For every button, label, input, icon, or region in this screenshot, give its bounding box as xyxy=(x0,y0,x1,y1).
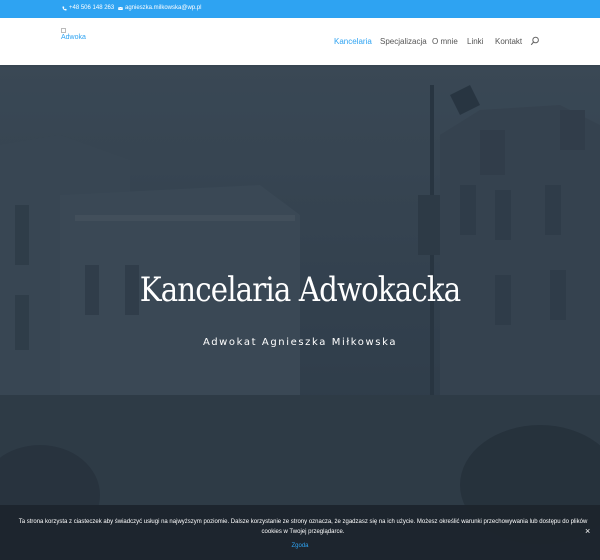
nav-item-kontakt[interactable]: Kontakt xyxy=(495,37,522,46)
logo-alt-text: Adwoka xyxy=(61,34,86,41)
close-icon[interactable]: × xyxy=(585,527,590,536)
envelope-icon xyxy=(118,6,123,10)
hero-background-image xyxy=(0,65,600,560)
cookie-banner: Ta strona korzysta z ciasteczek aby świa… xyxy=(0,505,600,560)
nav-item-linki[interactable]: Linki xyxy=(467,37,483,46)
cookie-message: Ta strona korzysta z ciasteczek aby świa… xyxy=(18,519,588,535)
search-icon[interactable] xyxy=(530,36,540,46)
top-bar: +48 506 148 263 agnieszka.milkowska@wp.p… xyxy=(0,0,600,18)
cookie-accept-link[interactable]: Zgoda xyxy=(0,543,600,549)
phone-icon xyxy=(62,6,67,10)
email-address: agnieszka.milkowska@wp.pl xyxy=(125,5,202,11)
site-header: Adwoka Kancelaria Specjalizacja O mnie L… xyxy=(0,18,600,65)
nav-item-o-mnie[interactable]: O mnie xyxy=(432,37,458,46)
hero-subtitle: Adwokat Agnieszka Miłkowska xyxy=(202,337,398,348)
phone-number: +48 506 148 263 xyxy=(69,5,115,11)
top-bar-email[interactable]: agnieszka.milkowska@wp.pl xyxy=(118,5,201,11)
nav-item-specjalizacja[interactable]: Specjalizacja xyxy=(380,37,427,46)
top-bar-phone[interactable]: +48 506 148 263 xyxy=(62,5,114,11)
nav-item-kancelaria[interactable]: Kancelaria xyxy=(334,37,372,46)
hero-title: Kancelaria Adwokacka xyxy=(139,270,461,310)
broken-image-icon xyxy=(61,28,66,33)
hero-section: Kancelaria Adwokacka Adwokat Agnieszka M… xyxy=(0,65,600,560)
site-logo[interactable]: Adwoka xyxy=(61,28,91,44)
